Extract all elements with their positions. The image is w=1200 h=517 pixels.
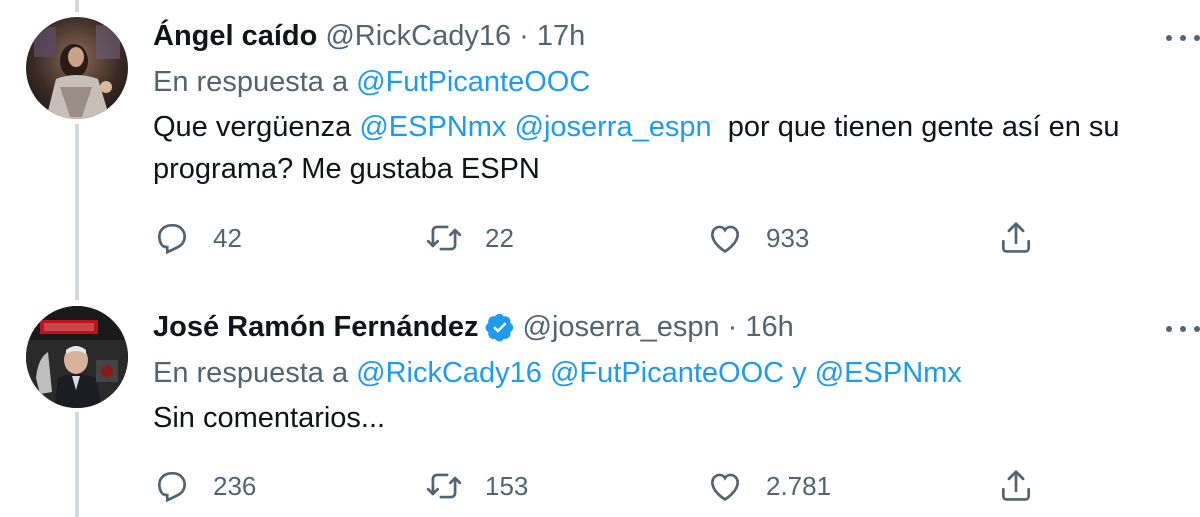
retweet-button[interactable]: 153 xyxy=(425,467,528,505)
display-name[interactable]: Ángel caído xyxy=(153,18,317,54)
reply-icon xyxy=(157,223,187,255)
mention-link[interactable]: @joserra_espn xyxy=(515,111,712,143)
retweet-count: 22 xyxy=(485,222,514,253)
user-handle[interactable]: @joserra_espn xyxy=(523,309,720,345)
share-icon xyxy=(1001,470,1031,501)
reply-context: En respuesta a @RickCady16 @FutPicanteOO… xyxy=(153,355,1170,391)
timestamp[interactable]: 16h xyxy=(745,309,793,345)
share-button[interactable] xyxy=(997,467,1035,505)
tweet-actions: 236 153 2.781 xyxy=(153,467,1053,507)
avatar-image xyxy=(26,17,128,119)
avatar-image xyxy=(26,306,128,408)
more-icon[interactable] xyxy=(1166,33,1200,43)
reply-count: 236 xyxy=(213,470,257,501)
reply-prefix: En respuesta a xyxy=(153,66,349,98)
reply-button[interactable]: 42 xyxy=(153,219,242,257)
like-button[interactable]: 933 xyxy=(706,219,809,257)
separator-dot: · xyxy=(519,20,529,52)
reply-prefix: En respuesta a xyxy=(153,357,349,389)
avatar[interactable] xyxy=(26,17,128,119)
retweet-button[interactable]: 22 xyxy=(425,219,514,257)
tweet-header: José Ramón Fernández @joserra_espn · 16h xyxy=(153,309,1170,345)
reply-button[interactable]: 236 xyxy=(153,467,256,505)
tweet[interactable]: Ángel caído @RickCady16 · 17h En respues… xyxy=(0,0,1200,290)
retweet-icon xyxy=(426,473,462,499)
mention-link[interactable]: @FutPicanteOOC xyxy=(550,357,784,389)
heart-icon xyxy=(710,225,740,254)
share-button[interactable] xyxy=(997,219,1035,257)
reply-count: 42 xyxy=(213,222,242,253)
mention-link[interactable]: @RickCady16 xyxy=(356,357,542,389)
more-icon[interactable] xyxy=(1166,324,1200,334)
like-count: 2.781 xyxy=(766,470,832,501)
like-button[interactable]: 2.781 xyxy=(706,467,831,505)
mention-link[interactable]: @FutPicanteOOC xyxy=(356,66,590,98)
tweet-text: Que vergüenza @ESPNmx @joserra_espn por … xyxy=(153,106,1170,190)
avatar[interactable] xyxy=(26,306,128,408)
heart-icon xyxy=(710,473,740,502)
tweet-text-part: Que vergüenza xyxy=(153,111,360,143)
verified-badge-icon xyxy=(485,312,515,342)
tweet-text: Sin comentarios... xyxy=(153,402,386,434)
tweet[interactable]: José Ramón Fernández @joserra_espn · 16h… xyxy=(0,300,1200,517)
mention-link[interactable]: @ESPNmx xyxy=(815,357,962,389)
reply-context: En respuesta a @FutPicanteOOC xyxy=(153,64,1170,100)
user-handle[interactable]: @RickCady16 xyxy=(325,18,511,54)
tweet-text-part xyxy=(506,111,514,143)
display-name[interactable]: José Ramón Fernández xyxy=(153,309,479,345)
like-count: 933 xyxy=(766,222,810,253)
separator-dot: · xyxy=(727,311,738,343)
tweet-thread: Ángel caído @RickCady16 · 17h En respues… xyxy=(0,0,1200,517)
retweet-count: 153 xyxy=(485,470,529,501)
share-icon xyxy=(1001,222,1031,253)
retweet-icon xyxy=(426,225,462,251)
reply-joiner: y xyxy=(792,357,807,389)
timestamp[interactable]: 17h xyxy=(537,18,585,54)
tweet-header: Ángel caído @RickCady16 · 17h xyxy=(153,18,1170,54)
reply-icon xyxy=(157,471,187,503)
tweet-actions: 42 22 933 xyxy=(153,219,1053,259)
mention-link[interactable]: @ESPNmx xyxy=(359,111,506,143)
